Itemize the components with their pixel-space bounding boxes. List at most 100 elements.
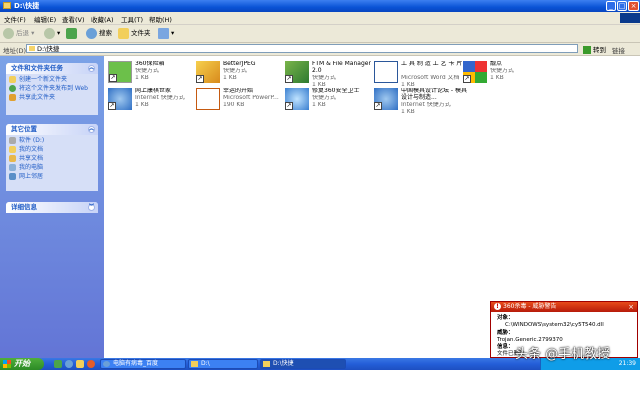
file-item[interactable]: ↗ 中国模具设计论坛 - 模具设计与制造... Internet 快捷方式 1 … (374, 88, 470, 115)
powerpoint-icon (196, 88, 220, 110)
search-button[interactable]: 搜索 (86, 27, 112, 40)
shortcut-arrow-icon: ↗ (109, 74, 117, 82)
menu-tools[interactable]: 工具(T) (121, 14, 143, 24)
address-input[interactable]: D:\快捷 (26, 44, 578, 53)
toolbar: 后退 ▾ ▾ 搜索 文件夹 ▾ (0, 25, 640, 43)
drive-icon (9, 137, 16, 144)
task-baidu[interactable]: 电脑有病毒_百度 (100, 359, 186, 369)
clock: 21:39 (618, 360, 636, 367)
quicklaunch-media-icon[interactable] (87, 360, 95, 368)
back-button[interactable]: 后退 ▾ (3, 27, 34, 40)
file-item[interactable]: 幸运的开始 Microsoft PowerP... 190 KB (196, 88, 288, 114)
links-button[interactable]: 链接 (612, 45, 625, 55)
expand-icon[interactable]: ︾ (88, 204, 95, 211)
colorful-app-icon: ↗ (463, 61, 487, 83)
close-button[interactable]: × (628, 1, 639, 11)
windows-logo-icon (3, 360, 11, 368)
menu-file[interactable]: 文件(F) (4, 14, 26, 24)
address-bar: 地址(D) D:\快捷 转到 链接 (0, 43, 640, 56)
minimize-button[interactable]: _ (606, 1, 616, 11)
views-button[interactable]: ▾ (158, 27, 174, 40)
folders-button[interactable]: 文件夹 (118, 27, 151, 40)
file-item[interactable]: ↗ 360保险箱 快捷方式 1 KB (108, 61, 200, 87)
menu-favorites[interactable]: 收藏(A) (91, 14, 114, 24)
computer-icon (9, 164, 16, 171)
folders-icon (118, 27, 129, 39)
title-bar: D:\快捷 _ □ × (0, 0, 640, 12)
place-my-documents[interactable]: 我的文档 (6, 146, 98, 153)
repair-360-icon: ↗ (285, 88, 309, 110)
popup-title-bar: ! 360杀毒 - 威胁警告 × (491, 302, 637, 312)
folder-icon (29, 46, 35, 51)
task-publish-web[interactable]: 将这个文件夹发布到 Web (6, 85, 98, 92)
menu-bar: 文件(F) 编辑(E) 查看(V) 收藏(A) 工具(T) 帮助(H) (0, 12, 640, 25)
window-title: D:\快捷 (14, 2, 40, 10)
watermark: 头条 @手机教授 (515, 347, 611, 362)
share-folder-icon (9, 94, 16, 101)
place-my-computer[interactable]: 我的电脑 (6, 164, 98, 171)
shortcut-arrow-icon: ↗ (285, 75, 293, 83)
search-icon (86, 27, 97, 39)
shortcut-arrow-icon: ↗ (285, 102, 293, 110)
up-folder-icon (66, 27, 77, 39)
internet-shortcut-icon: ↗ (108, 88, 132, 110)
shortcut-arrow-icon: ↗ (108, 102, 116, 110)
file-item[interactable]: ↗ BetterJPEG 快捷方式 1 KB (196, 61, 288, 87)
other-places-panel: 其它位置 ︽ 软件 (D:) 我的文档 共享文档 我的电脑 网上邻居 (6, 124, 98, 191)
task-new-folder[interactable]: 创建一个新文件夹 (6, 76, 98, 83)
folder-icon (3, 2, 11, 9)
quicklaunch-ie-icon[interactable] (65, 360, 73, 368)
threat-label: 威胁： (497, 330, 514, 336)
info-label: 信息： (497, 344, 514, 350)
shortcut-arrow-icon: ↗ (196, 75, 204, 83)
file-item[interactable]: ↗ 靓点 快捷方式 1 KB (463, 61, 555, 87)
object-value: C:\WINDOWS\system32\cy5T540.dll (505, 322, 604, 328)
task-share-folder[interactable]: 共享此文件夹 (6, 94, 98, 101)
file-item[interactable]: ↗ FTM & File Manager 2.0 快捷方式 1 KB (285, 61, 377, 88)
file-tasks-header[interactable]: 文件和文件夹任务 ︽ (6, 63, 98, 74)
internet-shortcut-icon: ↗ (374, 88, 398, 110)
quicklaunch-desktop-icon[interactable] (54, 360, 62, 368)
start-button[interactable]: 开始 (0, 358, 44, 370)
details-header[interactable]: 详细信息 ︾ (6, 202, 98, 213)
place-shared-documents[interactable]: 共享文档 (6, 155, 98, 162)
quicklaunch-explorer-icon[interactable] (76, 360, 84, 368)
go-button[interactable]: 转到 (583, 44, 606, 54)
menu-view[interactable]: 查看(V) (62, 14, 85, 24)
warning-icon: ! (494, 303, 501, 310)
windows-logo-icon (620, 13, 640, 23)
address-value: D:\快捷 (37, 45, 60, 53)
network-icon (9, 173, 16, 180)
go-arrow-icon (583, 46, 591, 54)
task-kuaijie[interactable]: D:\快捷 (260, 359, 346, 369)
file-tasks-panel: 文件和文件夹任务 ︽ 创建一个新文件夹 将这个文件夹发布到 Web 共享此文件夹 (6, 63, 98, 115)
shared-folder-icon (9, 155, 16, 162)
globe-icon (9, 85, 16, 92)
place-drive-d[interactable]: 软件 (D:) (6, 137, 98, 144)
shortcut-arrow-icon: ↗ (374, 102, 382, 110)
menu-edit[interactable]: 编辑(E) (34, 14, 56, 24)
collapse-icon[interactable]: ︽ (88, 126, 95, 133)
documents-folder-icon (9, 146, 16, 153)
betterjpeg-icon: ↗ (196, 61, 220, 83)
file-item[interactable]: 工 具 制 造 工 艺 卡 片 Microsoft Word 文档 1 KB (374, 61, 466, 88)
up-folder-button[interactable] (66, 27, 79, 40)
forward-button[interactable]: ▾ (44, 27, 60, 40)
task-drive-d[interactable]: D:\ (188, 359, 258, 369)
new-folder-icon (9, 76, 16, 83)
file-item[interactable]: ↗ 网上康棋世家 Internet 快捷方式 1 KB (108, 88, 200, 114)
maximize-button[interactable]: □ (617, 1, 627, 11)
file-item[interactable]: ↗ 修复360安全卫士 快捷方式 1 KB (285, 88, 377, 114)
forward-arrow-icon (44, 27, 55, 39)
back-arrow-icon (3, 27, 14, 39)
address-label: 地址(D) (3, 47, 27, 55)
collapse-icon[interactable]: ︽ (88, 65, 95, 72)
word-document-icon (374, 61, 398, 83)
folder-icon (263, 361, 270, 367)
popup-close-button[interactable]: × (628, 302, 634, 312)
safe-box-icon: ↗ (108, 61, 132, 83)
other-places-header[interactable]: 其它位置 ︽ (6, 124, 98, 135)
menu-help[interactable]: 帮助(H) (149, 14, 172, 24)
place-network[interactable]: 网上邻居 (6, 173, 98, 180)
shortcut-arrow-icon: ↗ (463, 75, 471, 83)
